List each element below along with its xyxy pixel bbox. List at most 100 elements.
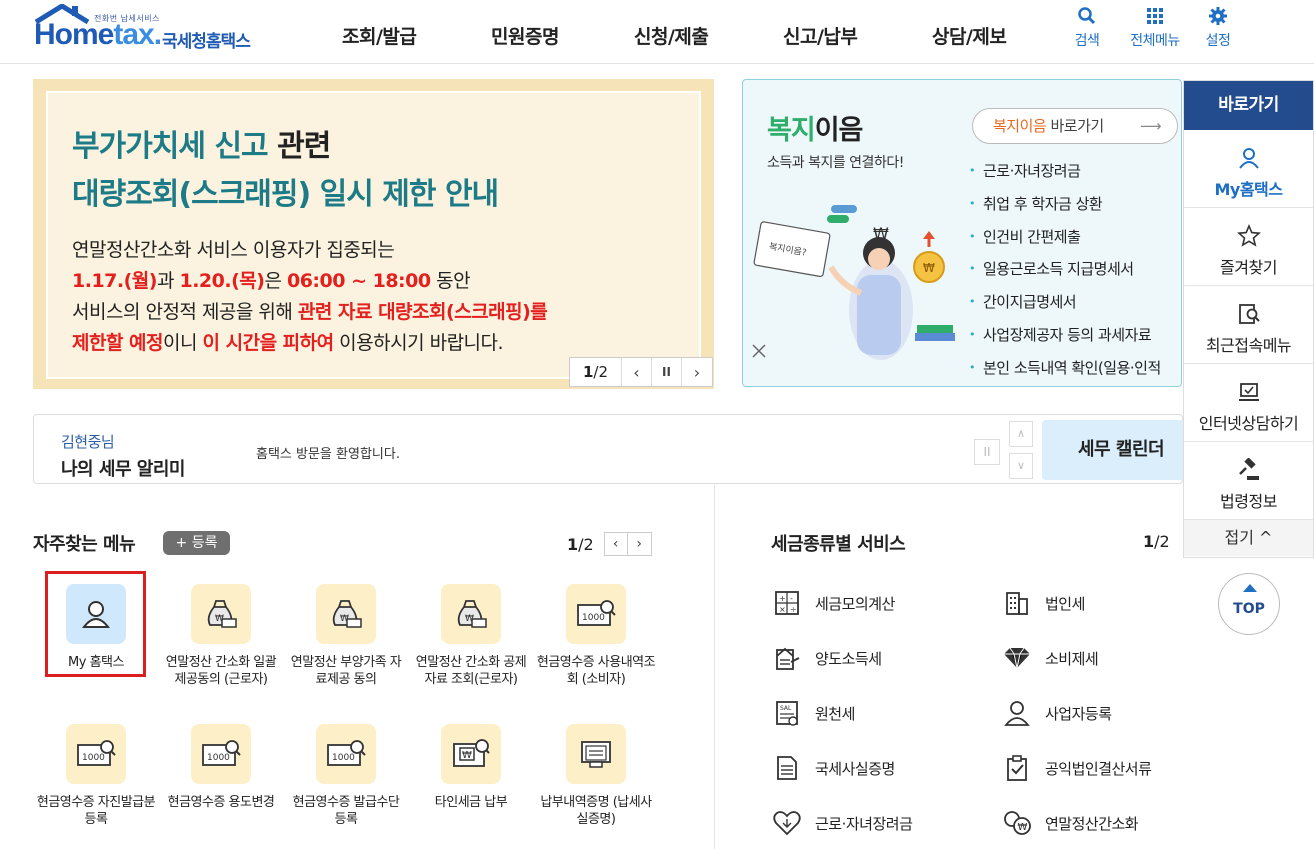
- svg-text:1000: 1000: [332, 753, 355, 763]
- freq-prev-button[interactable]: ‹: [603, 532, 628, 556]
- arrow-up-icon: [1243, 584, 1257, 592]
- quick-label: 인터넷상담하기: [1198, 414, 1299, 433]
- svg-text:₩: ₩: [462, 750, 472, 761]
- svc-business-registration[interactable]: 사업자등록: [1001, 697, 1112, 729]
- welfare-item[interactable]: 사업장제공자 등의 과세자료: [969, 320, 1161, 353]
- welfare-item[interactable]: 취업 후 학자금 상환: [969, 189, 1161, 222]
- banner-pause-button[interactable]: II: [652, 358, 682, 386]
- quick-label: 법령정보: [1220, 492, 1277, 511]
- person-icon: [81, 601, 111, 628]
- money-bag-icon: ₩: [332, 600, 362, 628]
- svc-yearend-simplified[interactable]: ₩ 연말정산간소화: [1001, 807, 1139, 839]
- quick-label: 최근접속메뉴: [1205, 336, 1292, 355]
- svc-label: 법인세: [1045, 594, 1085, 613]
- svg-text:₩: ₩: [1018, 822, 1028, 833]
- welfare-subtitle: 소득과 복지를 연결하다!: [767, 155, 904, 171]
- welfare-illustration: 복지이음? ₩ ₩: [752, 205, 955, 360]
- svc-capital-gains-tax[interactable]: 양도소득세: [771, 642, 882, 674]
- icon-tile: [566, 724, 626, 784]
- banner-title: 부가가치세 신고 관련 대량조회(스크래핑) 일시 제한 안내: [72, 129, 499, 212]
- svc-label: 근로·자녀장려금: [815, 814, 913, 833]
- tax-calendar-button[interactable]: 세무 캘린더: [1042, 420, 1183, 480]
- recent-search-icon: [1238, 304, 1260, 324]
- freq-item-receipt-method[interactable]: 1000 현금영수증 발급수단 등록: [286, 724, 406, 828]
- freq-item-pay-others-tax[interactable]: ₩ 타인세금 납부: [411, 724, 531, 811]
- banner-pager: 1/2 ‹ II ›: [569, 357, 713, 387]
- quick-label: My홈택스: [1214, 180, 1283, 199]
- freq-item-payment-certificate[interactable]: 납부내역증명 (납세사실증명): [536, 724, 656, 828]
- svc-public-corp-settlement[interactable]: 공익법인결산서류: [1001, 752, 1152, 784]
- svc-label: 세금모의계산: [815, 594, 895, 613]
- quick-my-hometax[interactable]: My홈택스: [1184, 130, 1313, 208]
- nav-report-pay[interactable]: 신고/납부: [783, 22, 858, 49]
- quick-recent-menu[interactable]: 최근접속메뉴: [1184, 286, 1313, 364]
- nav-inquiry[interactable]: 조회/발급: [342, 22, 417, 49]
- svc-label: 연말정산간소화: [1045, 814, 1139, 833]
- freq-item-label: 연말정산 부양가족 자료제공 동의: [290, 655, 402, 687]
- svc-corporate-tax[interactable]: 법인세: [1001, 587, 1085, 619]
- freq-item-my-hometax[interactable]: My 홈택스: [36, 584, 156, 671]
- nav-application[interactable]: 신청/제출: [634, 22, 709, 49]
- freq-item-label: 현금영수증 자진발급분 등록: [36, 795, 156, 827]
- money-bag-icon: ₩: [207, 600, 237, 628]
- icon-tile: ₩: [441, 584, 501, 644]
- register-button[interactable]: + 등록: [163, 531, 230, 555]
- freq-item-receipt-purpose-change[interactable]: 1000 현금영수증 용도변경: [161, 724, 281, 811]
- search-button[interactable]: 검색: [1055, 6, 1119, 50]
- quick-fold-button[interactable]: 접기 ^: [1184, 520, 1313, 556]
- all-menu-button[interactable]: 전체메뉴: [1123, 6, 1187, 50]
- svc-consumption-tax[interactable]: 소비제세: [1001, 642, 1099, 674]
- alert-pause-button[interactable]: II: [974, 439, 1000, 465]
- svc-tax-fact-certificate[interactable]: 국세사실증명: [771, 752, 895, 784]
- top-button[interactable]: TOP: [1218, 573, 1280, 635]
- banner-next-button[interactable]: ›: [682, 358, 712, 386]
- icon-tile: ₩: [191, 584, 251, 644]
- hometax-logo[interactable]: 전화번 납세서비스 Hometax. 국세청홈택스: [30, 4, 265, 56]
- welfare-item[interactable]: 본인 소득내역 확인(일용·인적: [969, 353, 1161, 386]
- svc-label: 국세사실증명: [815, 759, 895, 778]
- quick-menu-title: 바로가기: [1184, 81, 1313, 130]
- nav-certificate[interactable]: 민원증명: [491, 22, 559, 49]
- svc-withholding-tax[interactable]: SAL 원천세: [771, 697, 855, 729]
- star-icon: [1236, 224, 1261, 247]
- quick-favorites[interactable]: 즐겨찾기: [1184, 208, 1313, 286]
- welfare-item[interactable]: 일용근로소득 지급명세서: [969, 254, 1161, 287]
- welfare-item[interactable]: 근로·자녀장려금: [969, 156, 1161, 189]
- welfare-go-button[interactable]: 복지이음 바로가기 ⟶: [972, 108, 1178, 144]
- banner-prev-button[interactable]: ‹: [622, 358, 652, 386]
- icon-tile: ₩: [441, 724, 501, 784]
- money-bag-icon: ₩: [457, 600, 487, 628]
- freq-item-deduction-inquiry[interactable]: ₩ 연말정산 간소화 공제자료 조회(근로자): [411, 584, 531, 688]
- svg-text:-: -: [790, 594, 793, 603]
- freq-item-receipt-usage[interactable]: 1000 현금영수증 사용내역조회 (소비자): [536, 584, 656, 688]
- grid-icon: [1147, 8, 1163, 24]
- quick-online-consult[interactable]: 인터넷상담하기: [1184, 364, 1313, 442]
- freq-item-label: 납부내역증명 (납세사실증명): [540, 795, 652, 827]
- heart-icon: [773, 811, 801, 836]
- freq-item-label: 연말정산 간소화 일괄제공동의 (근로자): [165, 655, 277, 687]
- svc-tax-simulation[interactable]: + - × ÷ 세금모의계산: [771, 587, 895, 619]
- svc-earned-income-credit[interactable]: 근로·자녀장려금: [771, 807, 913, 839]
- svg-text:₩: ₩: [873, 224, 889, 243]
- quick-law-info[interactable]: 법령정보: [1184, 442, 1313, 520]
- banner-frame: 부가가치세 신고 관련 대량조회(스크래핑) 일시 제한 안내 연말정산간소화 …: [46, 91, 701, 379]
- nav-consult[interactable]: 상담/제보: [932, 22, 1007, 49]
- svc-label: 사업자등록: [1045, 704, 1112, 723]
- alert-up-button[interactable]: ∧: [1009, 421, 1033, 447]
- freq-item-receipt-self-issue[interactable]: 1000 현금영수증 자진발급분 등록: [36, 724, 156, 828]
- alert-down-button[interactable]: ∨: [1009, 453, 1033, 479]
- settings-button[interactable]: 설정: [1186, 6, 1250, 50]
- search-icon: [1078, 7, 1096, 25]
- document-house-icon: [776, 647, 800, 670]
- cash-receipt-icon: 1000: [577, 600, 616, 626]
- alert-title: 나의 세무 알리미: [61, 459, 185, 480]
- svg-text:1000: 1000: [582, 613, 605, 623]
- freq-item-yearend-consent[interactable]: ₩ 연말정산 간소화 일괄제공동의 (근로자): [161, 584, 281, 688]
- icon-tile: 1000: [191, 724, 251, 784]
- freq-item-dependent-consent[interactable]: ₩ 연말정산 부양가족 자료제공 동의: [286, 584, 406, 688]
- tax-alert-bar: 김현중님 나의 세무 알리미 홈택스 방문을 환영합니다. II ∧ ∨: [33, 414, 1183, 484]
- notice-banner[interactable]: 부가가치세 신고 관련 대량조회(스크래핑) 일시 제한 안내 연말정산간소화 …: [33, 79, 714, 389]
- welfare-item[interactable]: 인건비 간편제출: [969, 222, 1161, 255]
- freq-next-button[interactable]: ›: [627, 532, 652, 556]
- welfare-item[interactable]: 간이지급명세서: [969, 287, 1161, 320]
